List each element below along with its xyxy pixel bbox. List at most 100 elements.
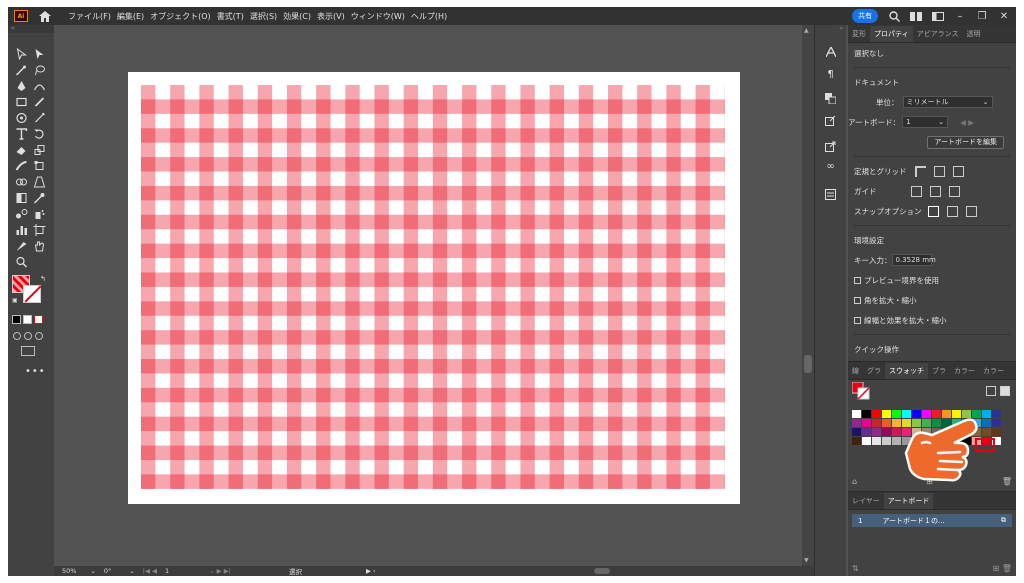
artboard-tool-icon[interactable]	[32, 223, 47, 237]
symbol-sprayer-tool-icon[interactable]	[32, 207, 47, 221]
next-artboard-icon[interactable]: ⌄ ▶ ▶|	[209, 567, 231, 575]
color-swatch[interactable]	[882, 437, 891, 445]
character-panel-icon[interactable]	[824, 45, 838, 59]
tab-transform[interactable]: 変形	[848, 29, 870, 42]
zoom-tool-icon[interactable]	[14, 255, 29, 269]
tab-artboards[interactable]: アートボード	[883, 493, 934, 509]
lock-guides-icon[interactable]	[929, 185, 941, 197]
search-icon[interactable]	[888, 10, 900, 22]
artboard-list-item[interactable]: 1 アートボード１の... ⧉	[852, 514, 1012, 527]
shape-builder-tool-icon[interactable]	[14, 175, 29, 189]
arrange-documents-icon[interactable]	[932, 10, 944, 22]
color-swatch[interactable]	[882, 419, 891, 427]
color-swatch[interactable]	[862, 428, 871, 436]
rearrange-artboards-icon[interactable]: ⇅	[852, 564, 859, 573]
eraser-tool-icon[interactable]	[14, 143, 29, 157]
draw-inside-icon[interactable]	[35, 332, 43, 340]
scale-corners-checkbox[interactable]	[854, 296, 861, 304]
width-tool-icon[interactable]	[14, 159, 29, 173]
tab-brushes[interactable]: ブラ	[928, 366, 950, 379]
pixel-grid-icon[interactable]	[952, 165, 964, 177]
snap-to-point-icon[interactable]	[927, 205, 939, 217]
paintbrush-tool-icon[interactable]	[32, 95, 47, 109]
color-swatch[interactable]	[852, 428, 861, 436]
color-swatch[interactable]	[892, 428, 901, 436]
minimize-icon[interactable]: –	[954, 10, 966, 22]
scroll-down-icon[interactable]: ▼	[804, 557, 809, 564]
draw-normal-icon[interactable]	[13, 332, 21, 340]
delete-swatch-icon[interactable]: 🗑	[1002, 477, 1012, 489]
status-menu-icon[interactable]: ▶ ‹	[366, 567, 376, 575]
color-swatch[interactable]	[892, 410, 901, 418]
zoom-level[interactable]: 50%	[62, 567, 76, 575]
rectangle-tool-icon[interactable]	[14, 95, 29, 109]
zoom-dropdown-icon[interactable]: ⌄	[90, 567, 95, 575]
tab-color[interactable]: カラー	[950, 366, 979, 379]
rotation-value[interactable]: 0°	[104, 567, 111, 575]
snap-to-grid-icon[interactable]	[946, 205, 958, 217]
color-swatch[interactable]	[872, 428, 881, 436]
paragraph-panel-icon[interactable]: ¶	[824, 67, 838, 81]
tab-layers[interactable]: レイヤー	[848, 496, 884, 509]
gradient-tool-icon[interactable]	[14, 191, 29, 205]
tab-swatches[interactable]: スウォッチ	[885, 363, 928, 379]
magic-wand-tool-icon[interactable]	[14, 63, 29, 77]
tab-stroke[interactable]: 線	[848, 366, 863, 379]
artboard[interactable]	[128, 72, 740, 504]
units-dropdown[interactable]: ミリメートル ⌄	[902, 96, 993, 108]
show-guides-icon[interactable]	[910, 185, 922, 197]
color-swatch[interactable]	[892, 437, 901, 445]
selection-tool-icon[interactable]	[14, 47, 29, 61]
tab-properties[interactable]: プロパティ	[870, 26, 913, 42]
swatch-library-icon[interactable]: ⌂	[852, 477, 857, 489]
home-icon[interactable]	[38, 10, 52, 22]
curvature-tool-icon[interactable]	[32, 79, 47, 93]
asset-export-panel-icon[interactable]	[824, 113, 838, 127]
toolbar-collapse-icon[interactable]: «	[8, 25, 54, 33]
menu-object[interactable]: オブジェクト(O)	[150, 11, 211, 22]
vertical-scrollbar[interactable]: ▲ ▼	[802, 25, 814, 566]
menu-type[interactable]: 書式(T)	[217, 11, 244, 22]
free-transform-tool-icon[interactable]	[32, 159, 47, 173]
color-swatch[interactable]	[852, 410, 861, 418]
eyedropper-tool-icon[interactable]	[32, 191, 47, 205]
menu-effect[interactable]: 効果(C)	[283, 11, 311, 22]
rulers-icon[interactable]	[914, 165, 926, 177]
color-swatch[interactable]	[882, 428, 891, 436]
pencil-tool-icon[interactable]	[32, 111, 47, 125]
links-panel-icon[interactable]: ∞	[824, 159, 838, 173]
smart-guides-icon[interactable]	[948, 185, 960, 197]
menu-file[interactable]: ファイル(F)	[68, 11, 111, 22]
perspective-grid-tool-icon[interactable]	[32, 175, 47, 189]
color-swatch[interactable]	[872, 437, 881, 445]
color-swatch[interactable]	[992, 419, 1001, 427]
list-view-icon[interactable]	[986, 386, 996, 396]
menu-window[interactable]: ウィンドウ(W)	[351, 11, 405, 22]
scale-tool-icon[interactable]	[32, 143, 47, 157]
canvas[interactable]: ▲ ▼	[54, 25, 814, 566]
rotate-tool-icon[interactable]	[32, 127, 47, 141]
artboard-nav-icon[interactable]: ◀ ▶	[960, 118, 974, 127]
workspace-icon[interactable]	[910, 10, 922, 22]
export-panel-icon[interactable]	[824, 139, 838, 153]
libraries-panel-icon[interactable]	[824, 91, 838, 105]
lasso-tool-icon[interactable]	[32, 63, 47, 77]
tab-appearance[interactable]: アピアランス	[913, 29, 963, 42]
color-swatch[interactable]	[882, 410, 891, 418]
none-mode-icon[interactable]	[34, 315, 43, 324]
screen-mode-icon[interactable]	[21, 346, 35, 356]
default-colors-icon[interactable]: ▣	[12, 297, 18, 304]
vertical-scroll-thumb[interactable]	[804, 355, 812, 373]
column-graph-tool-icon[interactable]	[14, 223, 29, 237]
slice-tool-icon[interactable]	[14, 239, 29, 253]
fill-stroke-indicator-icon[interactable]	[851, 381, 870, 400]
edit-toolbar-icon[interactable]: •••	[25, 366, 54, 377]
tab-transparency[interactable]: 透明	[962, 29, 984, 42]
tab-gradient[interactable]: グラ	[863, 366, 885, 379]
share-button[interactable]: 共有	[852, 9, 878, 23]
artboard-options-icon[interactable]: ⧉	[1001, 516, 1006, 525]
pen-tool-icon[interactable]	[14, 79, 29, 93]
blend-tool-icon[interactable]	[14, 207, 29, 221]
hand-tool-icon[interactable]	[32, 239, 47, 253]
preview-bounds-checkbox[interactable]	[854, 276, 861, 284]
